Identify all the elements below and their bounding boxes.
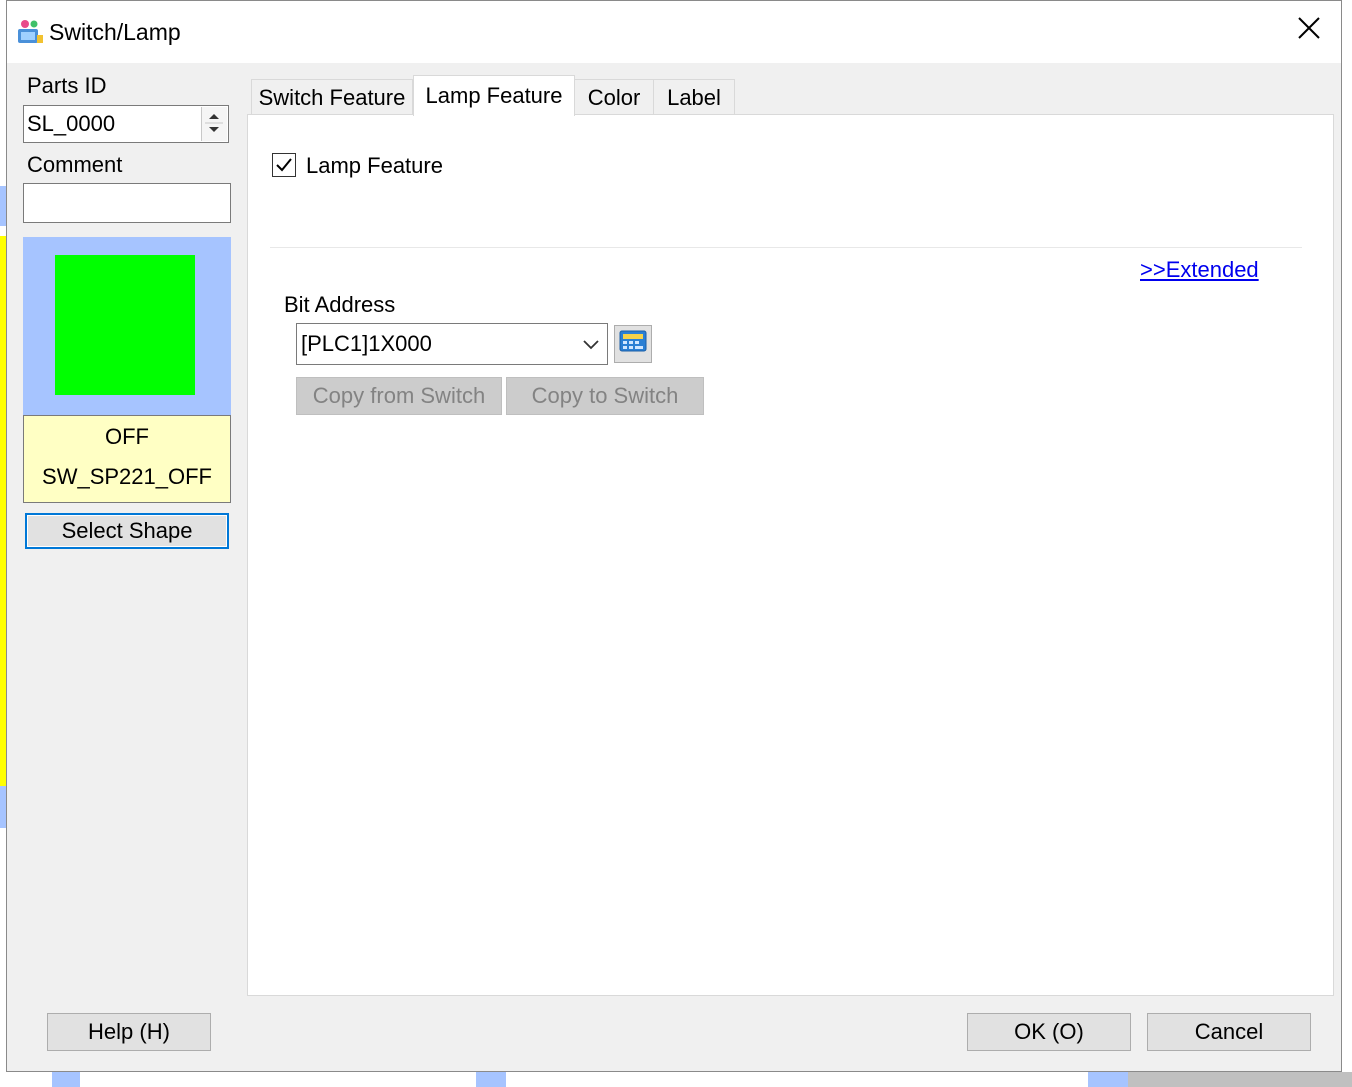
address-input-button[interactable] (614, 325, 652, 363)
parts-id-spinner[interactable] (201, 107, 227, 141)
switch-lamp-dialog: Switch/Lamp Parts ID SL_0000 Comment OFF… (6, 0, 1342, 1072)
spinner-arrows-icon (205, 114, 223, 132)
close-icon (1298, 17, 1320, 45)
copy-to-switch-button[interactable]: Copy to Switch (506, 377, 704, 415)
switch-lamp-app-icon (15, 17, 45, 47)
lamp-feature-checkbox-label[interactable]: Lamp Feature (306, 153, 443, 179)
parts-id-field[interactable]: SL_0000 (23, 105, 229, 143)
tab-lamp-feature[interactable]: Lamp Feature (413, 75, 575, 116)
help-button[interactable]: Help (H) (47, 1013, 211, 1051)
title-bar: Switch/Lamp (7, 1, 1341, 63)
tab-switch-feature[interactable]: Switch Feature (251, 79, 413, 115)
background-app-blue-block (1088, 1072, 1128, 1087)
lamp-preview-square (55, 255, 195, 395)
parts-id-value: SL_0000 (27, 111, 116, 136)
background-app-gray-block (1128, 1072, 1352, 1087)
comment-field[interactable] (23, 183, 231, 223)
shape-state-box: OFF SW_SP221_OFF (23, 415, 231, 503)
chevron-down-icon (581, 334, 601, 354)
extended-link[interactable]: >>Extended (1140, 257, 1259, 283)
comment-label: Comment (27, 152, 123, 177)
bit-address-label: Bit Address (284, 292, 396, 317)
tab-label[interactable]: Label (653, 79, 735, 115)
ok-button[interactable]: OK (O) (967, 1013, 1131, 1051)
bit-address-value: [PLC1]1X000 (301, 331, 432, 356)
copy-from-switch-button[interactable]: Copy from Switch (296, 377, 502, 415)
address-keypad-icon (619, 330, 647, 358)
window-title: Switch/Lamp (49, 19, 181, 45)
lamp-feature-checkbox[interactable] (272, 153, 296, 177)
shape-preview (23, 237, 231, 417)
parts-id-label: Parts ID (27, 73, 107, 98)
lamp-feature-panel: Lamp Feature >>Extended Bit Address [PLC… (247, 114, 1334, 996)
background-app-blue-block (52, 1072, 80, 1087)
bit-address-combobox[interactable]: [PLC1]1X000 (296, 323, 608, 365)
tab-color[interactable]: Color (573, 79, 655, 115)
cancel-button[interactable]: Cancel (1147, 1013, 1311, 1051)
select-shape-button[interactable]: Select Shape (25, 513, 229, 549)
checkmark-icon (276, 158, 292, 172)
state-label: OFF (105, 424, 149, 449)
section-divider (270, 247, 1302, 248)
close-button[interactable] (1287, 11, 1331, 51)
shape-name-label: SW_SP221_OFF (42, 464, 212, 489)
background-app-blue-block (476, 1072, 506, 1087)
